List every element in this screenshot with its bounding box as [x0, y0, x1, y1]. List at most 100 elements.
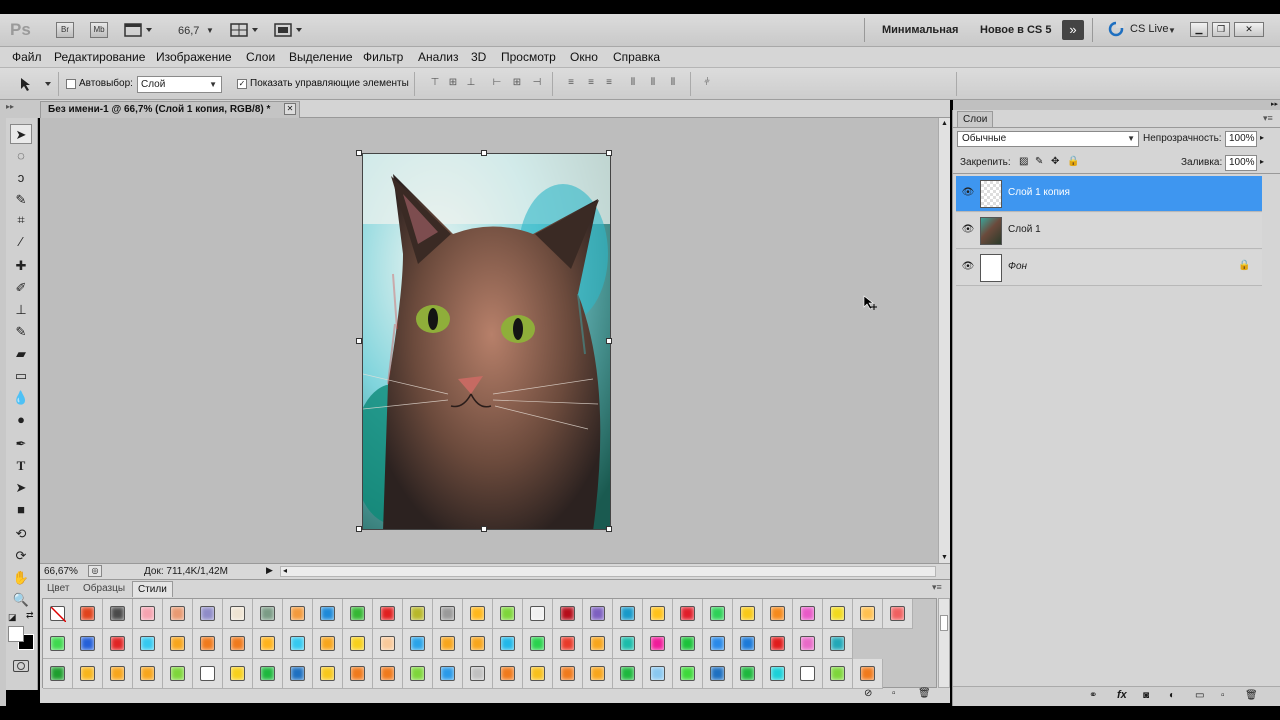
style-swatch[interactable]: [673, 599, 703, 629]
align-vcenter-icon[interactable]: ⊞: [446, 77, 460, 91]
style-swatch[interactable]: [733, 599, 763, 629]
tab-color[interactable]: Цвет: [42, 581, 74, 597]
restore-button[interactable]: ❐: [1212, 22, 1230, 37]
cat-photo-layer[interactable]: [362, 153, 611, 530]
style-swatch[interactable]: [853, 659, 883, 689]
opacity-slider-arrow-icon[interactable]: ▸: [1260, 133, 1264, 142]
lock-all-icon[interactable]: 🔒: [1067, 156, 1079, 167]
style-swatch[interactable]: [553, 659, 583, 689]
transform-handle[interactable]: [356, 150, 362, 156]
healing-brush-tool[interactable]: ✚: [10, 256, 32, 276]
style-swatch[interactable]: [463, 629, 493, 659]
canvas-area[interactable]: [40, 118, 938, 563]
lock-pixels-brush-icon[interactable]: ✎: [1035, 156, 1043, 167]
menu-image[interactable]: Изображение: [156, 50, 232, 64]
style-swatch[interactable]: [643, 659, 673, 689]
style-swatch[interactable]: [133, 599, 163, 629]
view-extras-button[interactable]: [124, 22, 154, 38]
layer-style-fx-icon[interactable]: fx: [1117, 689, 1127, 701]
style-swatch[interactable]: [313, 629, 343, 659]
style-swatch[interactable]: [253, 599, 283, 629]
style-swatch[interactable]: [103, 599, 133, 629]
document-tab[interactable]: Без имени-1 @ 66,7% (Слой 1 копия, RGB/8…: [40, 101, 300, 118]
shape-tool[interactable]: ■: [10, 500, 32, 520]
style-swatch[interactable]: [823, 659, 853, 689]
distribute-vcenter-icon[interactable]: ≡: [584, 77, 598, 91]
auto-align-layers-icon[interactable]: ⫩: [700, 77, 714, 91]
distribute-bottom-icon[interactable]: ≡: [602, 77, 616, 91]
autoselect-target-select[interactable]: Слой ▼: [137, 76, 222, 93]
crop-tool[interactable]: ⌗: [10, 210, 32, 230]
distribute-top-icon[interactable]: ≡: [564, 77, 578, 91]
style-swatch[interactable]: [733, 629, 763, 659]
layer-row-fon[interactable]: 👁 Фон 🔒: [956, 250, 1262, 286]
bridge-button[interactable]: Br: [56, 22, 74, 38]
menu-select[interactable]: Выделение: [289, 50, 353, 64]
eraser-tool[interactable]: ▰: [10, 344, 32, 364]
menu-analysis[interactable]: Анализ: [418, 50, 459, 64]
pen-tool[interactable]: ✒: [10, 434, 32, 454]
style-swatch[interactable]: [673, 659, 703, 689]
transform-handle[interactable]: [481, 526, 487, 532]
style-swatch[interactable]: [163, 659, 193, 689]
transform-handle[interactable]: [481, 150, 487, 156]
visibility-eye-icon[interactable]: 👁: [961, 224, 975, 236]
adjustment-layer-icon[interactable]: ◐: [1169, 690, 1175, 701]
scroll-thumb[interactable]: [940, 615, 948, 631]
style-swatch[interactable]: [283, 599, 313, 629]
fill-input[interactable]: 100%: [1225, 155, 1257, 171]
style-swatch[interactable]: [643, 629, 673, 659]
style-swatch[interactable]: [103, 629, 133, 659]
zoom-status[interactable]: 66,67%: [44, 566, 78, 577]
distribute-left-icon[interactable]: ⫴: [626, 77, 640, 91]
scroll-left-icon[interactable]: ◂: [283, 566, 287, 575]
distribute-right-icon[interactable]: ⫴: [666, 77, 680, 91]
close-button[interactable]: ✕: [1234, 22, 1264, 37]
vertical-scrollbar[interactable]: ▲ ▼: [938, 118, 950, 563]
style-swatch[interactable]: [703, 659, 733, 689]
panel-menu-icon[interactable]: ▾≡: [932, 582, 942, 593]
style-swatch[interactable]: [223, 659, 253, 689]
styles-scrollbar[interactable]: [938, 598, 950, 688]
style-swatch[interactable]: [73, 599, 103, 629]
style-swatch[interactable]: [463, 599, 493, 629]
style-swatch[interactable]: [463, 659, 493, 689]
lock-position-icon[interactable]: ✥: [1051, 156, 1059, 167]
style-swatch[interactable]: [523, 659, 553, 689]
style-swatch[interactable]: [133, 629, 163, 659]
default-colors-icon[interactable]: ◪: [8, 612, 17, 623]
horizontal-scrollbar[interactable]: ◂: [280, 566, 936, 577]
minimize-button[interactable]: ▁: [1190, 22, 1208, 37]
style-swatch[interactable]: [613, 629, 643, 659]
zoom-level-dropdown[interactable]: 66,7: [178, 25, 199, 37]
foreground-color-swatch[interactable]: [8, 626, 24, 642]
transform-handle[interactable]: [606, 526, 612, 532]
arrange-documents-button[interactable]: [230, 22, 262, 38]
style-swatch[interactable]: [793, 629, 823, 659]
lasso-tool[interactable]: ↄ: [10, 168, 32, 188]
style-swatch[interactable]: [193, 599, 223, 629]
style-swatch[interactable]: [523, 629, 553, 659]
align-hcenter-icon[interactable]: ⊞: [510, 77, 524, 91]
mini-bridge-button[interactable]: Mb: [90, 22, 108, 38]
add-mask-icon[interactable]: ◙: [1143, 690, 1149, 701]
style-swatch[interactable]: [433, 629, 463, 659]
style-swatch[interactable]: [43, 599, 73, 629]
style-swatch[interactable]: [823, 629, 853, 659]
style-swatch[interactable]: [373, 659, 403, 689]
blur-tool[interactable]: 💧: [10, 388, 32, 408]
style-swatch[interactable]: [763, 659, 793, 689]
autoselect-checkbox[interactable]: [66, 79, 76, 89]
transform-handle[interactable]: [356, 526, 362, 532]
menu-help[interactable]: Справка: [613, 50, 660, 64]
hand-tool[interactable]: ✋: [10, 568, 32, 588]
3d-rotate-tool[interactable]: ⟲: [10, 524, 32, 544]
style-swatch[interactable]: [853, 599, 883, 629]
scroll-down-icon[interactable]: ▼: [941, 554, 948, 561]
style-swatch[interactable]: [253, 659, 283, 689]
menu-file[interactable]: Файл: [12, 50, 42, 64]
3d-orbit-tool[interactable]: ⟳: [10, 546, 32, 566]
new-style-icon[interactable]: ▫: [892, 688, 896, 699]
opacity-input[interactable]: 100%: [1225, 131, 1257, 147]
type-tool[interactable]: T: [10, 456, 32, 476]
